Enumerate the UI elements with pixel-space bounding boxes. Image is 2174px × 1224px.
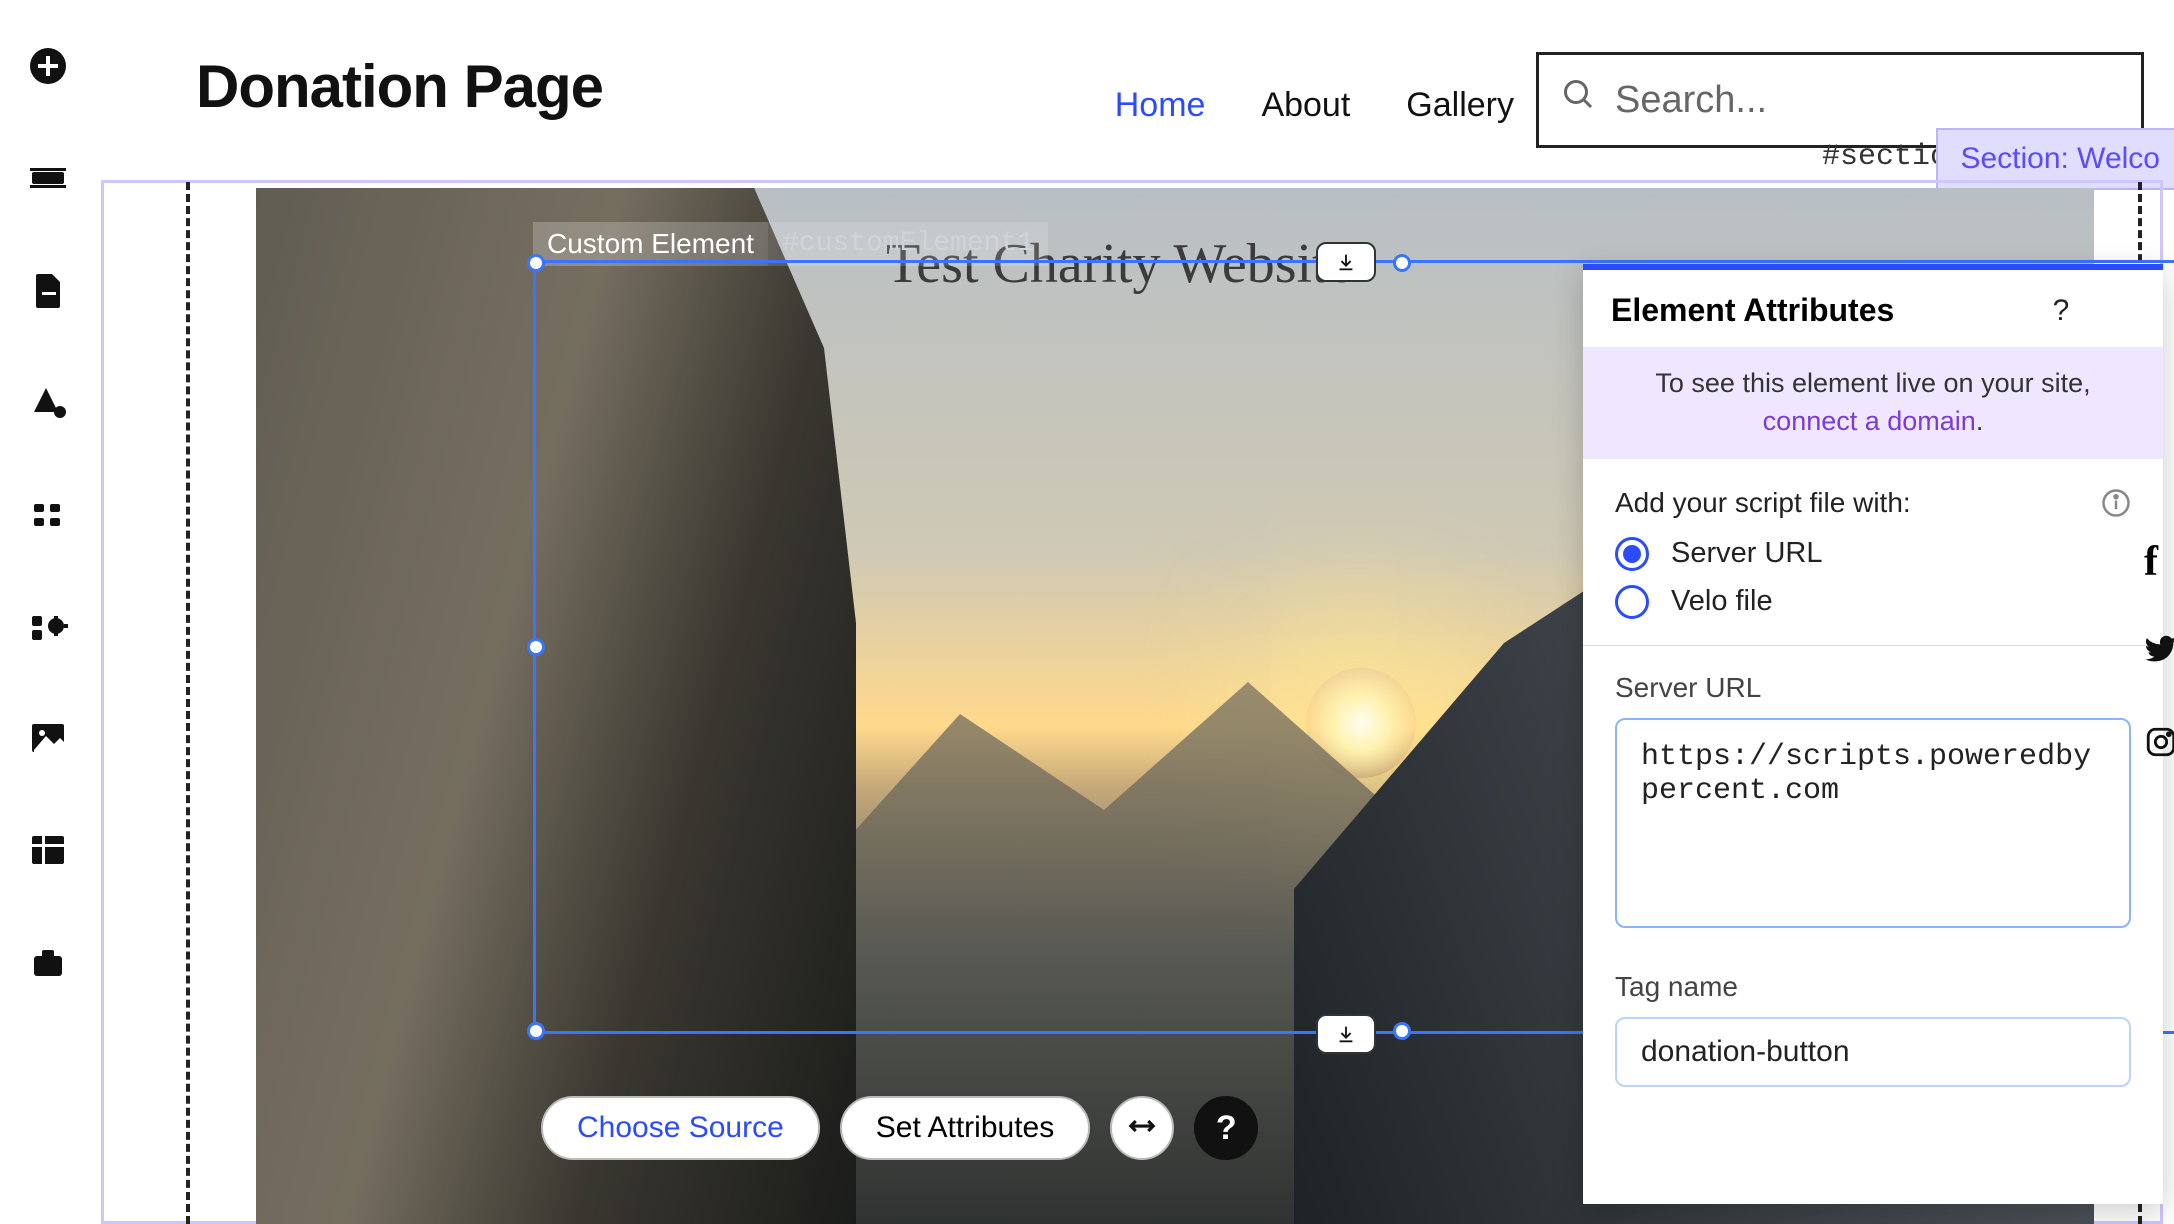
twitter-icon[interactable] — [2144, 630, 2174, 678]
cms-icon[interactable] — [24, 826, 72, 874]
selection-id: #customElement1 — [768, 222, 1048, 266]
site-nav: Home About Gallery — [1115, 86, 1514, 125]
choose-source-button[interactable]: Choose Source — [541, 1096, 820, 1160]
radio-velo-file[interactable]: Velo file — [1615, 585, 2131, 619]
pages-icon[interactable] — [24, 266, 72, 314]
element-attributes-panel: Element Attributes ? To see this element… — [1583, 264, 2163, 1204]
theme-icon[interactable] — [24, 378, 72, 426]
nav-about[interactable]: About — [1261, 86, 1350, 125]
editor-stage: Donation Page Home About Gallery Search.… — [96, 0, 2174, 1224]
nav-gallery[interactable]: Gallery — [1406, 86, 1514, 125]
help-button[interactable]: ? — [1194, 1096, 1258, 1160]
hero-mountain-left — [256, 188, 856, 1224]
site-title: Donation Page — [196, 52, 603, 121]
radio-on-icon — [1615, 537, 1649, 571]
apps-icon[interactable] — [24, 490, 72, 538]
tag-name-label: Tag name — [1615, 971, 2131, 1003]
plugins-icon[interactable] — [24, 602, 72, 650]
panel-header: Element Attributes ? — [1583, 270, 2163, 347]
editor-left-toolbar — [0, 0, 96, 1224]
selection-type: Custom Element — [533, 222, 768, 266]
stretch-button[interactable] — [1110, 1096, 1174, 1160]
nav-home[interactable]: Home — [1115, 86, 1206, 125]
business-icon[interactable] — [24, 938, 72, 986]
attach-bottom-handle[interactable] — [1316, 1014, 1376, 1054]
selection-action-bar: Choose Source Set Attributes ? — [541, 1096, 1258, 1160]
help-icon: ? — [2053, 294, 2070, 328]
instagram-icon[interactable] — [2144, 722, 2174, 770]
radio-off-icon — [1615, 585, 1649, 619]
banner-text-post: . — [1976, 406, 1984, 436]
page-guide-left — [186, 182, 190, 1224]
radio-server-label: Server URL — [1671, 537, 1823, 570]
panel-connect-domain-banner: To see this element live on your site, c… — [1583, 347, 2163, 459]
connect-domain-link[interactable]: connect a domain — [1763, 406, 1976, 436]
selection-label[interactable]: Custom Element #customElement1 — [533, 222, 1048, 266]
section-breadcrumb-badge[interactable]: Section: Welco — [1936, 128, 2174, 190]
attach-top-handle[interactable] — [1316, 242, 1376, 282]
script-source-label: Add your script file with: — [1615, 487, 1911, 519]
media-icon[interactable] — [24, 714, 72, 762]
server-url-input[interactable]: https://scripts.poweredbypercent.com — [1615, 718, 2131, 928]
server-url-label: Server URL — [1615, 672, 2131, 704]
facebook-icon[interactable]: f — [2144, 538, 2174, 586]
panel-separator — [1583, 645, 2163, 646]
search-placeholder: Search... — [1615, 79, 1767, 122]
tag-name-input[interactable] — [1615, 1017, 2131, 1087]
search-icon — [1561, 77, 1597, 123]
stretch-icon — [1127, 1111, 1157, 1146]
site-header: Donation Page Home About Gallery Search.… — [196, 36, 2154, 136]
radio-server-url[interactable]: Server URL — [1615, 537, 2131, 571]
set-attributes-button[interactable]: Set Attributes — [840, 1096, 1090, 1160]
radio-velo-label: Velo file — [1671, 585, 1773, 618]
sections-icon[interactable] — [24, 154, 72, 202]
panel-title: Element Attributes — [1611, 292, 2023, 329]
social-rail: f — [2144, 538, 2174, 770]
add-element-button[interactable] — [24, 42, 72, 90]
panel-help-button[interactable]: ? — [2043, 293, 2079, 329]
banner-text-pre: To see this element live on your site, — [1655, 368, 2090, 398]
panel-body: Add your script file with: Server URL Ve… — [1583, 459, 2163, 1115]
panel-close-button[interactable] — [2099, 293, 2135, 329]
help-icon: ? — [1216, 1109, 1237, 1148]
info-icon[interactable] — [2101, 488, 2131, 518]
